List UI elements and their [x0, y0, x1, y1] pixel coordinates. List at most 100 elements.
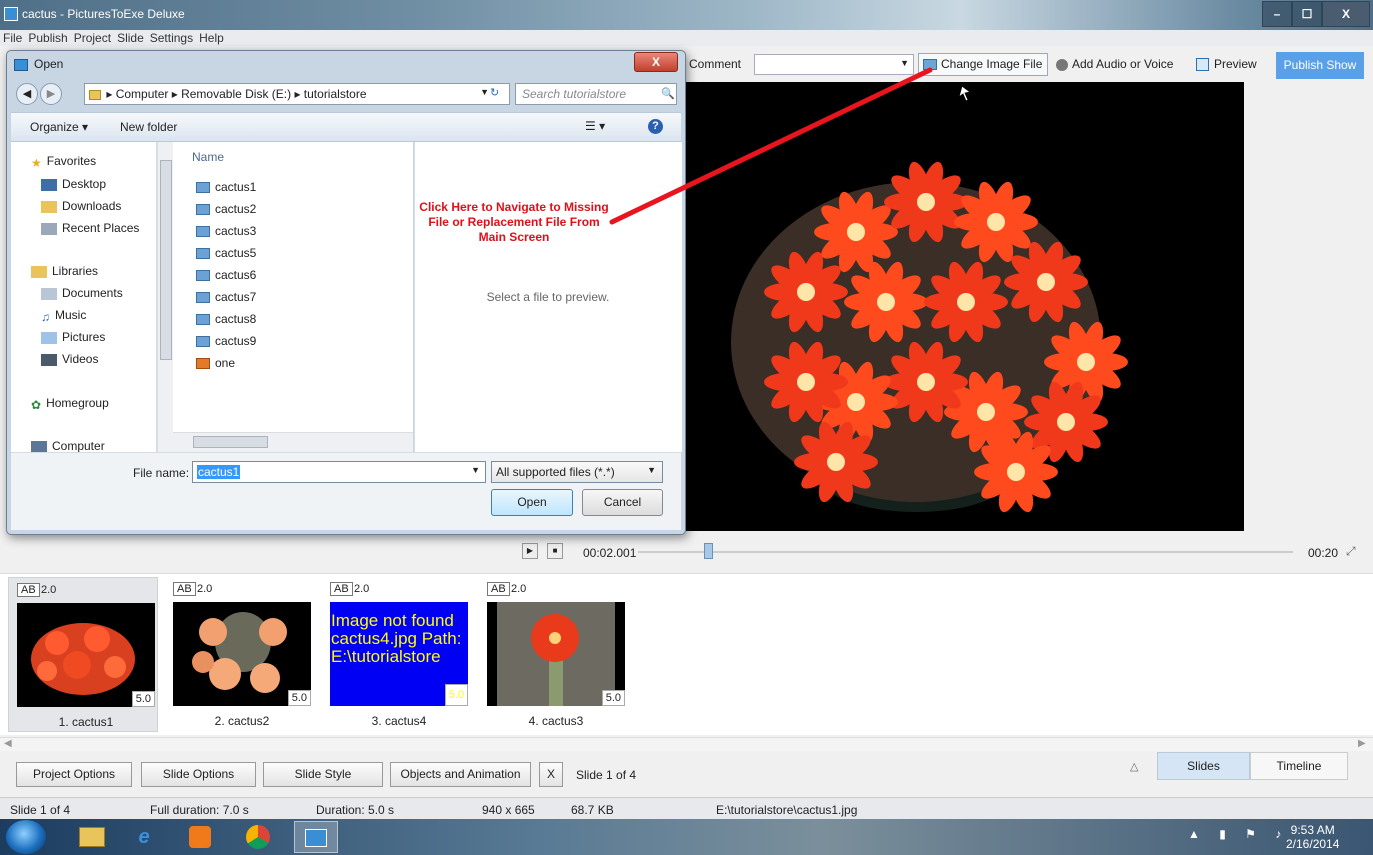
- slide-options-button[interactable]: Slide Options: [141, 762, 256, 787]
- file-name-input[interactable]: cactus1 ▼: [192, 461, 486, 483]
- chevron-down-icon[interactable]: ▼: [480, 87, 489, 97]
- file-item[interactable]: cactus1: [196, 180, 256, 194]
- slide-thumbnail-2[interactable]: AB 2.0 5.0 2. cactus2: [165, 577, 315, 732]
- column-header-name[interactable]: Name: [192, 150, 224, 164]
- organize-button[interactable]: Organize ▾: [30, 120, 88, 134]
- media-player-icon[interactable]: [178, 821, 222, 853]
- chrome-icon[interactable]: [236, 821, 280, 853]
- refresh-icon[interactable]: ↻: [490, 86, 499, 99]
- cancel-button[interactable]: Cancel: [582, 489, 663, 516]
- start-button[interactable]: [6, 820, 46, 854]
- maximize-button[interactable]: ☐: [1292, 1, 1322, 27]
- file-item[interactable]: cactus8: [196, 312, 256, 326]
- nav-libraries[interactable]: Libraries: [31, 264, 98, 278]
- file-item[interactable]: one: [196, 356, 235, 370]
- nav-homegroup[interactable]: ✿ Homegroup: [31, 396, 109, 412]
- forward-arrow-icon[interactable]: ▶: [40, 83, 62, 105]
- menu-slide[interactable]: Slide: [114, 30, 147, 45]
- help-icon[interactable]: ?: [648, 119, 663, 134]
- slide-thumbnail-4[interactable]: AB 2.0 5.0 4. cactus3: [479, 577, 629, 732]
- search-input[interactable]: Search tutorialstore: [515, 83, 677, 105]
- transition-badge[interactable]: AB: [173, 582, 196, 596]
- preview-button[interactable]: Preview: [1196, 57, 1257, 72]
- transition-badge[interactable]: AB: [330, 582, 353, 596]
- tab-slides[interactable]: Slides: [1157, 752, 1250, 780]
- change-image-file-button[interactable]: Change Image File: [918, 53, 1048, 76]
- transition-badge[interactable]: AB: [487, 582, 510, 596]
- breadcrumb[interactable]: ▸ Computer ▸ Removable Disk (E:) ▸ tutor…: [106, 87, 366, 101]
- internet-explorer-icon[interactable]: e: [122, 821, 166, 853]
- file-name-value[interactable]: cactus1: [197, 465, 241, 479]
- comment-combobox[interactable]: ▼: [754, 54, 914, 75]
- file-list-scrollbar[interactable]: [173, 432, 413, 452]
- scroll-left-icon[interactable]: ◀: [4, 738, 12, 749]
- nav-videos[interactable]: Videos: [41, 352, 98, 366]
- image-icon: [923, 59, 937, 71]
- file-item[interactable]: cactus6: [196, 268, 256, 282]
- slide-thumbnail-3[interactable]: AB 2.0 Image not found cactus4.jpg Path:…: [322, 577, 472, 732]
- open-button[interactable]: Open: [491, 489, 573, 516]
- file-type-select[interactable]: All supported files (*.*) ▼: [491, 461, 663, 483]
- pictures-icon: [41, 331, 57, 344]
- nav-computer[interactable]: Computer: [31, 439, 105, 452]
- picturestoexe-taskbar-icon[interactable]: [294, 821, 338, 853]
- timeline-track[interactable]: [638, 551, 1293, 553]
- project-options-button[interactable]: Project Options: [16, 762, 132, 787]
- close-button[interactable]: X: [1322, 1, 1370, 27]
- remove-button[interactable]: X: [539, 762, 563, 787]
- fullscreen-icon[interactable]: ⤢: [1346, 544, 1356, 559]
- file-item[interactable]: cactus7: [196, 290, 256, 304]
- file-item[interactable]: cactus2: [196, 202, 256, 216]
- scroll-thumb[interactable]: [193, 436, 268, 448]
- menu-help[interactable]: Help: [196, 30, 227, 45]
- back-arrow-icon[interactable]: ◀: [16, 83, 38, 105]
- publish-show-button[interactable]: Publish Show: [1276, 52, 1364, 79]
- filmstrip-scrollbar[interactable]: ◀ ▶: [0, 737, 1373, 751]
- menu-project[interactable]: Project: [71, 30, 114, 45]
- scroll-thumb[interactable]: [160, 160, 172, 360]
- ptexe-file-icon: [196, 358, 210, 370]
- nav-documents[interactable]: Documents: [41, 286, 123, 300]
- slide-style-button[interactable]: Slide Style: [263, 762, 383, 787]
- minimize-button[interactable]: –: [1262, 1, 1292, 27]
- transition-badge[interactable]: AB: [17, 583, 40, 597]
- objects-and-animation-button[interactable]: Objects and Animation: [390, 762, 531, 787]
- file-explorer-icon[interactable]: [70, 821, 114, 853]
- dialog-close-button[interactable]: X: [634, 52, 678, 72]
- view-options-icon[interactable]: ☰ ▾: [585, 119, 605, 133]
- menu-settings[interactable]: Settings: [147, 30, 196, 45]
- scroll-right-icon[interactable]: ▶: [1358, 738, 1366, 749]
- nav-recent-places[interactable]: Recent Places: [41, 221, 139, 235]
- file-item[interactable]: cactus9: [196, 334, 256, 348]
- play-button[interactable]: ▶: [522, 543, 538, 559]
- slide-duration: 5.0: [601, 690, 625, 706]
- nav-desktop[interactable]: Desktop: [41, 177, 106, 191]
- chevron-down-icon[interactable]: ▼: [647, 465, 656, 475]
- nav-music[interactable]: ♫ Music: [41, 308, 86, 324]
- chevron-down-icon[interactable]: ▼: [900, 58, 909, 68]
- timeline-thumb[interactable]: [703, 543, 713, 559]
- new-folder-button[interactable]: New folder: [120, 120, 177, 134]
- slide-preview[interactable]: [686, 82, 1244, 531]
- chevron-down-icon[interactable]: ▼: [471, 465, 480, 475]
- system-tray-icons[interactable]: ▲ ▮ ⚑ ♪: [1188, 827, 1289, 841]
- file-item[interactable]: cactus3: [196, 224, 256, 238]
- image-file-icon: [196, 336, 210, 348]
- collapse-icon[interactable]: △: [1130, 760, 1138, 773]
- slide-thumbnail-1[interactable]: AB 2.0 5.0 1. cactus1: [8, 577, 158, 732]
- search-icon[interactable]: 🔍: [661, 87, 675, 100]
- nav-pane-scrollbar[interactable]: [157, 142, 173, 452]
- address-bar[interactable]: ▸ Computer ▸ Removable Disk (E:) ▸ tutor…: [84, 83, 510, 105]
- nav-pictures[interactable]: Pictures: [41, 330, 105, 344]
- file-name: cactus1: [215, 180, 257, 194]
- slide-label: 3. cactus4: [371, 714, 427, 728]
- nav-downloads[interactable]: Downloads: [41, 199, 121, 213]
- file-item[interactable]: cactus5: [196, 246, 256, 260]
- add-audio-button[interactable]: Add Audio or Voice: [1056, 57, 1173, 71]
- menu-publish[interactable]: Publish: [25, 30, 70, 45]
- menu-file[interactable]: File: [0, 30, 25, 45]
- stop-button[interactable]: ■: [547, 543, 563, 559]
- tab-timeline[interactable]: Timeline: [1250, 752, 1348, 780]
- tray-clock[interactable]: 9:53 AM 2/16/2014: [1286, 823, 1339, 851]
- nav-favorites[interactable]: ★ Favorites: [31, 154, 96, 170]
